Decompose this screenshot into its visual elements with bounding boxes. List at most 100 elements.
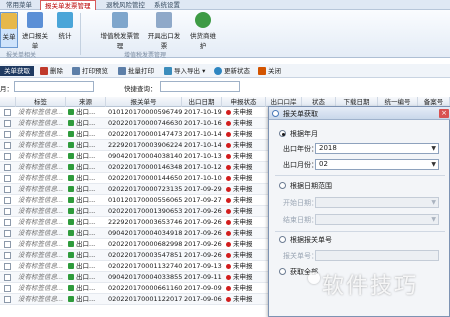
tab-common-menu[interactable]: 常用菜单 [2,0,36,10]
row-status: 未申报 [226,118,266,129]
row-source: 出口... [68,283,106,294]
radio-by-date-range[interactable] [279,182,286,189]
radio-by-month[interactable] [279,130,286,137]
printer-icon [118,67,126,75]
status-dot-icon [226,120,231,126]
row-status: 未申报 [226,228,266,239]
chevron-down-icon: ▼ [431,161,436,168]
row-date: 2017-10-16 [184,119,222,127]
source-icon [68,175,74,181]
row-checkbox[interactable] [4,252,11,259]
row-checkbox[interactable] [4,131,11,138]
vat-invoice-button[interactable]: 增值税发票管理 [100,12,140,50]
row-date: 2017-09-26 [184,207,222,215]
close-button[interactable]: 关闭 [258,66,281,76]
refresh-icon [214,67,222,75]
row-source: 出口... [68,107,106,118]
header-source[interactable]: 来源 [66,97,106,107]
row-status: 未申报 [226,129,266,140]
import-declaration-button[interactable]: 进口报关单 [20,12,50,50]
row-checkbox[interactable] [4,219,11,226]
row-number: 020220170000682998 [108,240,182,248]
row-checkbox[interactable] [4,208,11,215]
row-date: 2017-10-13 [184,152,222,160]
watermark: 软件技巧 [322,274,419,299]
dialog-titlebar: 报关单获取 × [269,107,450,120]
export-invoice-icon [156,12,172,28]
print-preview-button[interactable]: 打印预览 [72,66,108,76]
row-checkbox[interactable] [4,296,11,303]
row-checkbox[interactable] [4,120,11,127]
header-number[interactable]: 报关单号 [106,97,182,107]
month-select[interactable]: 02 ▼ [315,159,439,170]
row-source: 出口... [68,272,106,283]
row-status: 未申报 [226,217,266,228]
month-input[interactable] [14,81,94,92]
delete-button[interactable]: 删除 [40,66,63,76]
row-source: 出口... [68,228,106,239]
row-tag: 没有标签信息... [18,218,64,226]
row-tag: 没有标签信息... [18,262,64,270]
chevron-down-icon: ▼ [431,145,436,152]
row-date: 2017-09-26 [184,240,222,248]
header-tag[interactable]: 标签 [16,97,66,107]
row-date: 2017-09-26 [184,218,222,226]
import-declaration-icon [27,12,43,28]
radio-get-all[interactable] [279,268,286,275]
row-number: 010120170000556065 [108,196,182,204]
supplier-button[interactable]: 供货商维护 [188,12,218,50]
row-date: 2017-09-11 [184,273,222,281]
export-invoice-button[interactable]: 开具出口发票 [146,12,182,50]
row-checkbox[interactable] [4,175,11,182]
header-select-all[interactable] [0,97,16,107]
end-date-input[interactable]: ▼ [315,214,439,225]
watermark-logo-icon [308,272,320,284]
info-icon [272,110,279,117]
row-source: 出口... [68,173,106,184]
row-tag: 没有标签信息... [18,174,64,182]
status-dot-icon [226,208,231,214]
import-export-button[interactable]: 导入导出 ▾ [164,66,205,76]
statistics-button[interactable]: 统计 [56,12,74,40]
radio-by-number[interactable] [279,236,286,243]
get-declaration-button[interactable]: 关单获取 [0,66,34,76]
dialog-close-button[interactable]: × [439,109,449,118]
end-date-label: 结束日期： [283,216,318,224]
row-status: 未申报 [226,162,266,173]
source-icon [68,120,74,126]
row-checkbox[interactable] [4,164,11,171]
customs-declaration-button[interactable]: 关单 [0,12,18,48]
update-status-button[interactable]: 更新状态 [214,66,250,76]
row-checkbox[interactable] [4,241,11,248]
tab-settings[interactable]: 系统设置 [150,0,184,10]
header-status[interactable]: 申报状态 [222,97,266,107]
row-checkbox[interactable] [4,274,11,281]
source-icon [68,263,74,269]
row-tag: 没有标签信息... [18,251,64,259]
start-date-input[interactable]: ▼ [315,197,439,208]
row-checkbox[interactable] [4,153,11,160]
row-checkbox[interactable] [4,197,11,204]
status-dot-icon [226,263,231,269]
row-source: 出口... [68,118,106,129]
year-select[interactable]: 2018 ▼ [315,143,439,154]
number-input[interactable] [315,250,439,261]
status-dot-icon [226,252,231,258]
batch-print-button[interactable]: 批量打印 [118,66,154,76]
row-checkbox[interactable] [4,230,11,237]
row-date: 2017-09-29 [184,185,222,193]
row-checkbox[interactable] [4,186,11,193]
tab-tax-risk[interactable]: 退税风险管控 [102,0,149,10]
header-date[interactable]: 出口日期 [182,97,222,107]
row-checkbox[interactable] [4,109,11,116]
close-icon [258,67,266,75]
row-tag: 没有标签信息... [18,284,64,292]
dialog-title: 报关单获取 [283,110,318,118]
source-icon [68,241,74,247]
row-checkbox[interactable] [4,263,11,270]
row-status: 未申报 [226,294,266,305]
row-checkbox[interactable] [4,142,11,149]
row-checkbox[interactable] [4,285,11,292]
quick-search-input[interactable] [160,81,240,92]
row-number: 020220170001122017 [108,295,182,303]
